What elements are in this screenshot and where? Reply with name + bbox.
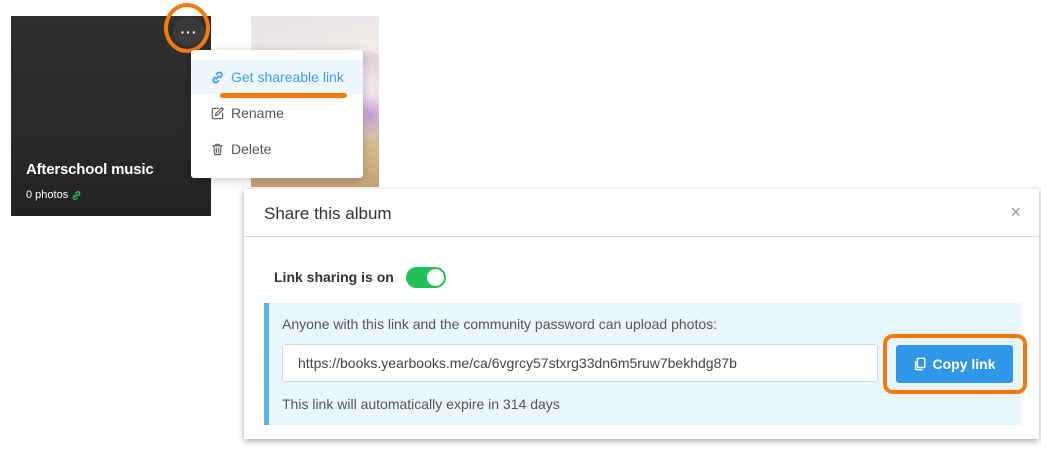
album-title: Afterschool music (26, 161, 154, 178)
highlight-underline (220, 93, 347, 98)
menu-item-label: Rename (231, 105, 284, 121)
album-options-menu: Get shareable link Rename Delete (191, 50, 363, 178)
menu-item-get-shareable-link[interactable]: Get shareable link (191, 60, 363, 94)
link-icon (72, 190, 81, 200)
album-count-text: 0 photos (26, 189, 69, 201)
link-expiry-text: This link will automatically expire in 3… (282, 396, 560, 412)
share-album-dialog: Share this album × Link sharing is on An… (244, 189, 1039, 439)
dialog-header: Share this album × (244, 189, 1039, 237)
menu-item-label: Get shareable link (231, 69, 344, 85)
album-photo-count: 0 photos (26, 189, 82, 201)
share-link-panel: Anyone with this link and the community … (264, 303, 1027, 425)
highlight-ring (883, 334, 1027, 394)
share-info-text: Anyone with this link and the community … (282, 316, 718, 332)
link-sharing-toggle[interactable] (406, 267, 446, 288)
menu-item-rename[interactable]: Rename (191, 96, 363, 130)
dialog-title: Share this album (264, 204, 392, 223)
toggle-knob (427, 269, 444, 286)
link-icon (212, 71, 223, 83)
highlight-ring (164, 3, 210, 53)
link-sharing-label: Link sharing is on (274, 269, 394, 285)
share-link-field[interactable]: https://books.yearbooks.me/ca/6vgrcy57st… (282, 344, 878, 382)
menu-item-label: Delete (231, 141, 272, 157)
menu-item-delete[interactable]: Delete (191, 132, 363, 166)
close-icon[interactable]: × (1010, 202, 1021, 223)
trash-icon (212, 143, 223, 155)
edit-icon (211, 106, 224, 119)
